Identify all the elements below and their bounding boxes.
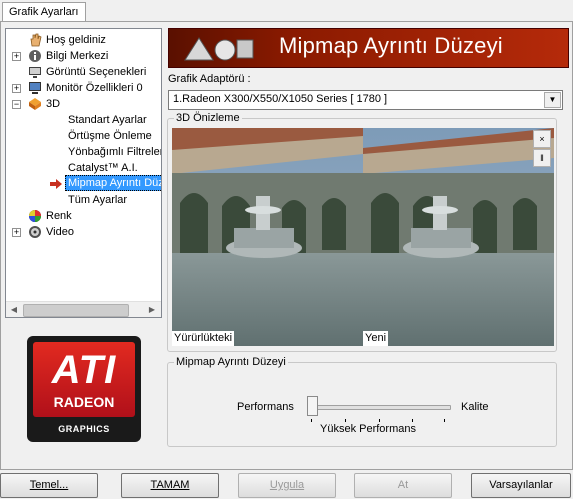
cancel-button[interactable]: At (354, 473, 452, 498)
tree-item-label: Örtüşme Önleme (68, 130, 152, 142)
slider-tick (379, 419, 380, 422)
expand-icon[interactable]: + (12, 84, 21, 93)
tree-item-3d[interactable]: − 3D (6, 96, 161, 112)
monitor-icon (28, 81, 42, 95)
preview-viewport: Yürürlükteki Yeni (172, 128, 554, 346)
expand-icon[interactable]: + (12, 52, 21, 61)
logo-sub-text: GRAPHICS (58, 424, 110, 434)
page-title: Mipmap Ayrıntı Düzeyi (279, 33, 503, 58)
preview-current: Yürürlükteki (172, 128, 363, 346)
3d-icon (28, 97, 42, 111)
display-icon (28, 65, 42, 79)
chevron-down-icon[interactable]: ▼ (544, 92, 561, 108)
logo-brand-text: ATI (51, 348, 117, 392)
tab-graphics-settings[interactable]: Grafik Ayarları (2, 2, 86, 23)
tree-item-label: Mipmap Ayrıntı Düzeyi (65, 175, 161, 191)
hand-icon (28, 33, 42, 47)
ok-button-label: TAMAM (150, 479, 190, 491)
adapter-select-value: 1.Radeon X300/X550/X1050 Series [ 1780 ] (173, 93, 388, 105)
tree-item-label: Standart Ayarlar (68, 114, 147, 126)
tree-item-label: Görüntü Seçenekleri (46, 66, 147, 78)
slider-tick (444, 419, 445, 422)
preview-group-title: 3D Önizleme (174, 112, 242, 124)
slider-tick (345, 419, 346, 422)
slider-min-label: Performans (237, 401, 294, 413)
3d-shapes-icon (179, 32, 259, 67)
apply-button-label: Uygula (269, 479, 305, 491)
tree-item-anti-aliasing[interactable]: Örtüşme Önleme (6, 128, 161, 144)
tree-item-catalyst-ai[interactable]: Catalyst™ A.I. (6, 160, 161, 176)
tree-item-welcome[interactable]: Hoş geldiniz (6, 32, 161, 48)
collapse-icon[interactable]: − (12, 100, 21, 109)
tree-item-monitor-properties[interactable]: + Monitör Özellikleri 0 (6, 80, 161, 96)
preview-current-caption: Yürürlükteki (172, 331, 235, 346)
tab-strip: Grafik Ayarları (0, 0, 573, 23)
basic-button-label: Temel... (29, 479, 69, 491)
tree-item-label: Bilgi Merkezi (46, 50, 109, 62)
slider-max-label: Kalite (461, 401, 489, 413)
tree-item-video[interactable]: + Video (6, 224, 161, 240)
info-icon (28, 49, 42, 63)
defaults-button[interactable]: Varsayılanlar (471, 473, 571, 498)
tree-item-mipmap-detail[interactable]: Mipmap Ayrıntı Düzeyi (6, 175, 161, 192)
video-icon (28, 225, 42, 239)
scrollbar-thumb[interactable] (23, 304, 129, 317)
expand-icon[interactable]: + (12, 228, 21, 237)
tree-item-label: Hoş geldiniz (46, 34, 106, 46)
logo-product-text: RADEON (53, 394, 115, 410)
close-preview-button[interactable]: × (533, 130, 551, 148)
arrow-right-icon (49, 177, 63, 191)
apply-button[interactable]: Uygula (238, 473, 336, 498)
slider-value-label: Yüksek Performans (320, 423, 416, 435)
slider-tick (311, 419, 312, 422)
tree-item-label: Tüm Ayarlar (68, 194, 128, 206)
tree-item-label: 3D (46, 98, 61, 110)
scroll-left-icon[interactable]: ◀ (6, 302, 22, 317)
preview-new: Yeni (363, 128, 554, 346)
cancel-button-label: At (397, 479, 409, 491)
scroll-right-icon[interactable]: ▶ (144, 302, 160, 317)
ati-radeon-logo: ATI RADEON GRAPHICS (27, 336, 141, 442)
tree-item-label: Catalyst™ A.I. (68, 162, 138, 174)
page-banner: Mipmap Ayrıntı Düzeyi (168, 28, 569, 68)
slider-tick (412, 419, 413, 422)
tree-item-label: Monitör Özellikleri 0 (46, 82, 143, 94)
tree-item-display-options[interactable]: Görüntü Seçenekleri (6, 64, 161, 80)
tree-item-info-center[interactable]: + Bilgi Merkezi (6, 48, 161, 64)
mipmap-slider-track[interactable] (307, 405, 451, 410)
tree-item-label: Video (46, 226, 74, 238)
tree-item-label: Renk (46, 210, 72, 222)
tree-horizontal-scrollbar[interactable]: ◀ ▶ (6, 301, 161, 317)
tree-item-label: Yönbağımlı Filtreleme (68, 146, 161, 158)
tree-item-anisotropic-filtering[interactable]: Yönbağımlı Filtreleme (6, 144, 161, 160)
basic-button[interactable]: Temel... (0, 473, 98, 498)
pause-preview-button[interactable]: ‖ (533, 149, 551, 167)
preview-new-caption: Yeni (363, 331, 389, 346)
mipmap-slider-thumb[interactable] (307, 396, 318, 416)
tree-item-color[interactable]: Renk (6, 208, 161, 224)
tree-item-all-settings[interactable]: Tüm Ayarlar (6, 192, 161, 208)
adapter-select[interactable]: 1.Radeon X300/X550/X1050 Series [ 1780 ]… (168, 90, 563, 110)
defaults-button-label: Varsayılanlar (489, 479, 553, 491)
mipmap-group-title: Mipmap Ayrıntı Düzeyi (174, 356, 288, 368)
navigation-tree[interactable]: Hoş geldiniz + Bilgi Merkezi Görüntü Seç… (5, 28, 162, 318)
adapter-label: Grafik Adaptörü : (168, 73, 251, 85)
color-wheel-icon (28, 209, 42, 223)
ok-button[interactable]: TAMAM (121, 473, 219, 498)
tree-item-standard-settings[interactable]: Standart Ayarlar (6, 112, 161, 128)
